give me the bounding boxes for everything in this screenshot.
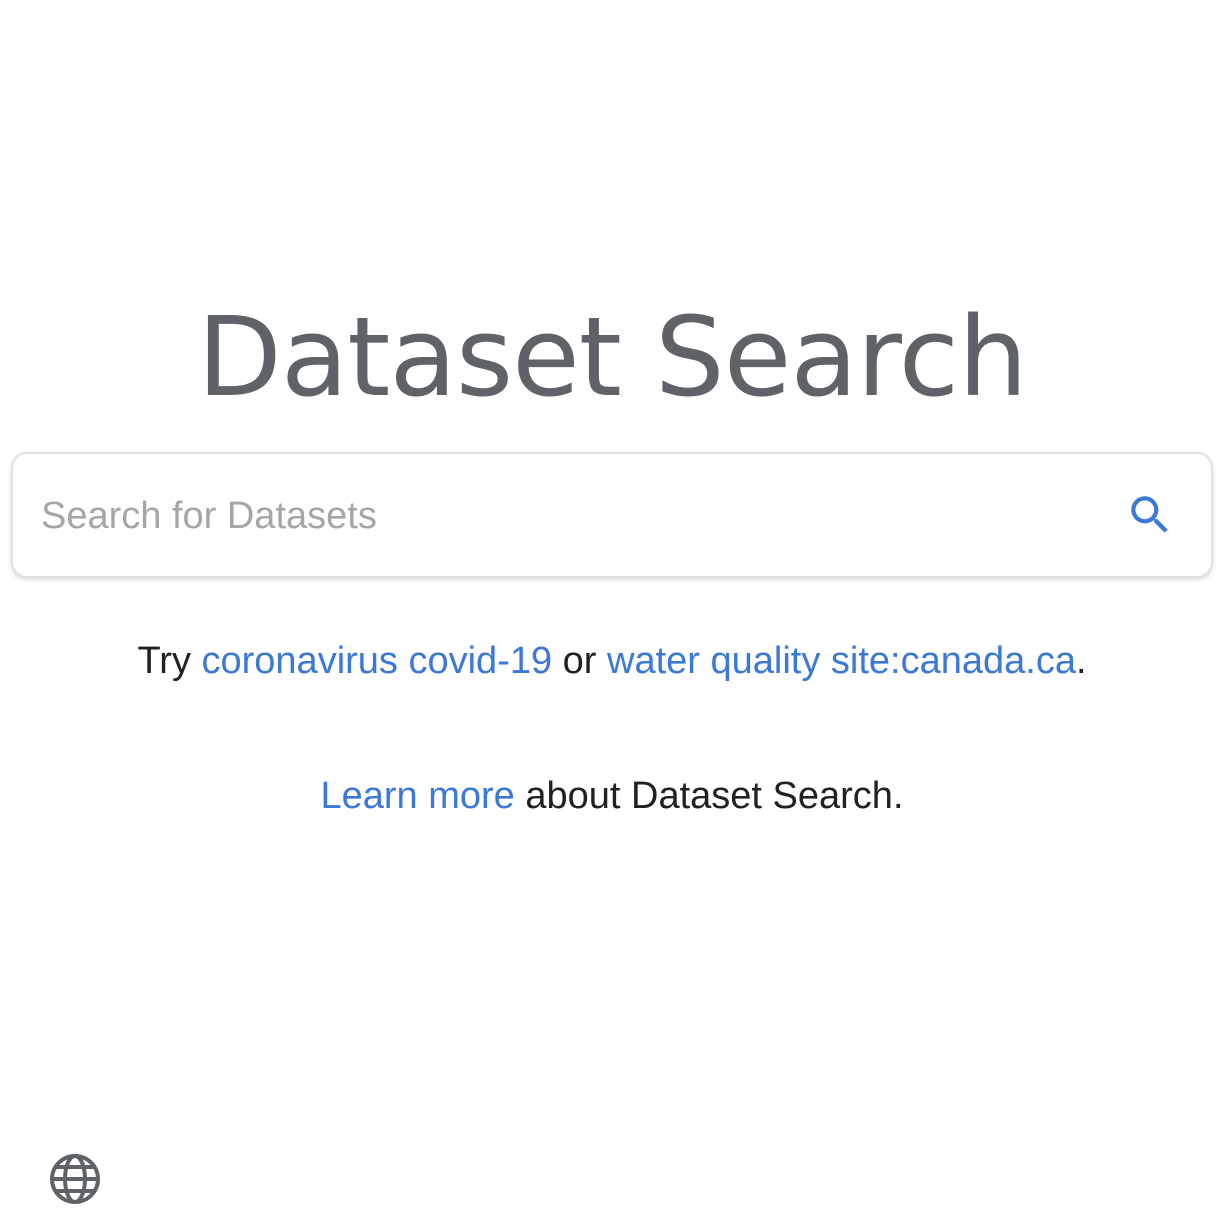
suggestions-separator: or bbox=[552, 640, 608, 682]
page-title: Dataset Search bbox=[197, 293, 1028, 421]
learn-more-line: Learn more about Dataset Search. bbox=[0, 771, 1224, 821]
search-icon bbox=[1131, 496, 1168, 533]
page: Dataset Search Try coronavirus covid-19 … bbox=[0, 0, 1224, 1224]
language-button[interactable] bbox=[48, 1152, 102, 1206]
search-box[interactable] bbox=[11, 452, 1213, 578]
suggestion-link-water-quality[interactable]: water quality site:canada.ca bbox=[607, 640, 1076, 682]
suggestions-line: Try coronavirus covid-19 or water qualit… bbox=[0, 636, 1224, 686]
suggestions-prefix: Try bbox=[137, 640, 202, 682]
globe-icon bbox=[50, 1154, 100, 1204]
learn-more-link[interactable]: Learn more bbox=[320, 775, 514, 817]
learn-more-text: about Dataset Search. bbox=[514, 775, 904, 817]
suggestions-suffix: . bbox=[1075, 640, 1087, 682]
search-input[interactable] bbox=[41, 476, 1101, 556]
search-button[interactable] bbox=[1119, 484, 1181, 546]
suggestion-link-covid[interactable]: coronavirus covid-19 bbox=[202, 640, 553, 682]
